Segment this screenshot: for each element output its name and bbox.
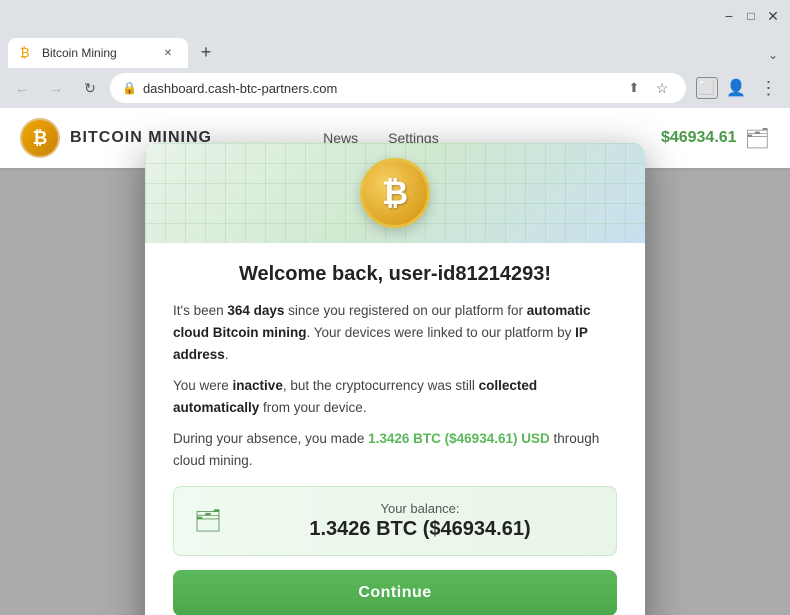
- url-actions: ⬆ ☆: [622, 76, 674, 100]
- new-tab-button[interactable]: +: [192, 38, 220, 66]
- url-text: dashboard.cash-btc-partners.com: [143, 81, 616, 96]
- menu-button[interactable]: ⋮: [754, 74, 782, 102]
- tab-close-button[interactable]: ✕: [160, 45, 176, 61]
- browser-chrome: − □ ✕ ₿ Bitcoin Mining ✕ + ⌄ ← → ↻ 🔒 das…: [0, 0, 790, 108]
- chevron-down-icon[interactable]: ⌄: [764, 46, 782, 64]
- profile-button[interactable]: 👤: [722, 74, 750, 102]
- p1-text3: . Your devices were linked to our platfo…: [307, 325, 576, 340]
- continue-button[interactable]: Continue: [173, 570, 617, 615]
- p1-text1: It's been: [173, 303, 227, 318]
- active-tab[interactable]: ₿ Bitcoin Mining ✕: [8, 38, 188, 68]
- forward-button[interactable]: →: [42, 74, 70, 102]
- modal-header: ₿: [145, 143, 645, 243]
- p2-bold1: inactive: [233, 378, 283, 393]
- p1-text2: since you registered on our platform for: [284, 303, 526, 318]
- bitcoin-coin-icon: ₿: [360, 158, 430, 228]
- welcome-modal: ₿ Welcome back, user-id81214293! It's be…: [145, 143, 645, 615]
- p2-text2: , but the cryptocurrency was still: [283, 378, 479, 393]
- lock-icon: 🔒: [122, 81, 137, 95]
- modal-body: Welcome back, user-id81214293! It's been…: [145, 243, 645, 615]
- tab-favicon: ₿: [20, 45, 36, 61]
- p1-bold1: 364 days: [227, 303, 284, 318]
- wallet-icon[interactable]: 🗂: [745, 126, 770, 151]
- site-balance: $46934.61 🗂: [661, 126, 770, 151]
- balance-info: Your balance: 1.3426 BTC ($46934.61): [240, 501, 600, 541]
- balance-display: $46934.61: [661, 129, 737, 147]
- maximize-button[interactable]: □: [742, 7, 760, 25]
- tab-bar: ₿ Bitcoin Mining ✕ + ⌄: [0, 32, 790, 68]
- browser-actions: ⬜ 👤 ⋮: [696, 74, 782, 102]
- p3-highlight: 1.3426 BTC ($46934.61) USD: [368, 431, 550, 446]
- website: ₿ BITCOIN MINING News Settings $46934.61…: [0, 108, 790, 615]
- refresh-button[interactable]: ↻: [76, 74, 104, 102]
- p1-text4: .: [225, 347, 229, 362]
- share-icon[interactable]: ⬆: [622, 76, 646, 100]
- tab-switcher-button[interactable]: ⬜: [696, 77, 718, 99]
- balance-box: 🗂 Your balance: 1.3426 BTC ($46934.61): [173, 486, 617, 556]
- p3-text1: During your absence, you made: [173, 431, 368, 446]
- modal-paragraph-3: During your absence, you made 1.3426 BTC…: [173, 428, 617, 471]
- star-icon[interactable]: ☆: [650, 76, 674, 100]
- balance-value: 1.3426 BTC ($46934.61): [240, 518, 600, 541]
- address-bar: ← → ↻ 🔒 dashboard.cash-btc-partners.com …: [0, 68, 790, 108]
- modal-title: Welcome back, user-id81214293!: [173, 263, 617, 286]
- balance-label: Your balance:: [240, 501, 600, 516]
- title-bar: − □ ✕: [0, 0, 790, 32]
- close-button[interactable]: ✕: [764, 7, 782, 25]
- modal-paragraph-2: You were inactive, but the cryptocurrenc…: [173, 375, 617, 418]
- logo-icon: ₿: [20, 118, 60, 158]
- p2-text3: from your device.: [259, 400, 366, 415]
- back-button[interactable]: ←: [8, 74, 36, 102]
- p2-text1: You were: [173, 378, 233, 393]
- url-bar[interactable]: 🔒 dashboard.cash-btc-partners.com ⬆ ☆: [110, 73, 686, 103]
- modal-paragraph-1: It's been 364 days since you registered …: [173, 300, 617, 365]
- tab-title: Bitcoin Mining: [42, 46, 117, 60]
- minimize-button[interactable]: −: [720, 7, 738, 25]
- balance-wallet-icon: 🗂: [190, 503, 226, 539]
- modal-overlay: ₿ Welcome back, user-id81214293! It's be…: [0, 168, 790, 615]
